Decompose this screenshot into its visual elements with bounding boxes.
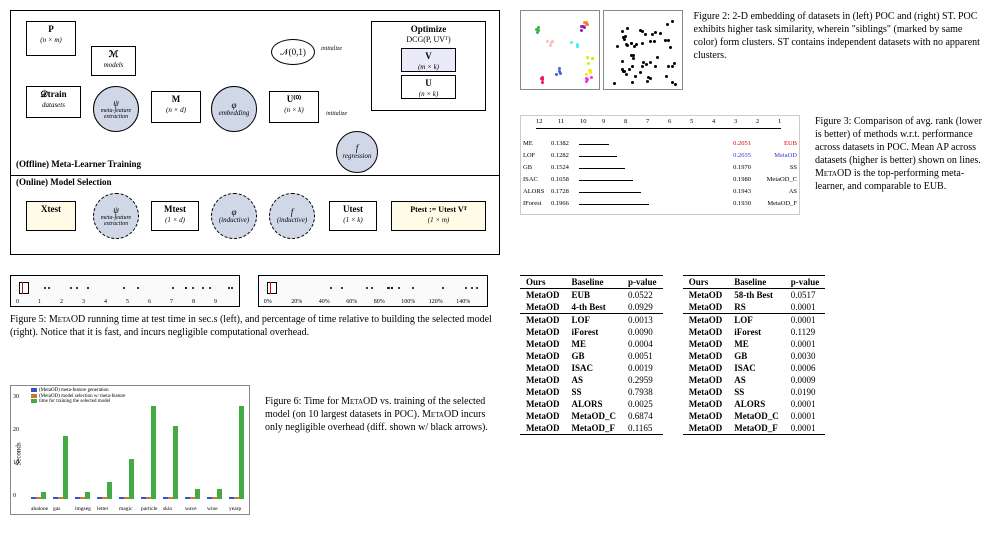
box-Xtest: Xtest	[26, 201, 76, 231]
box-Mtest: Mtest(1 × d)	[151, 201, 199, 231]
circle-f2: f(inductive)	[269, 193, 315, 239]
table-right: OursBaselinep-valueMetaOD58-th Best0.051…	[683, 275, 826, 435]
box-P: P(n × m)	[26, 21, 76, 56]
box-M: M(n × d)	[151, 91, 201, 123]
circle-phi: φembedding	[211, 86, 257, 132]
circle-N01: 𝒩(0,1)	[271, 39, 315, 65]
divider-line	[11, 175, 499, 176]
label-initialize: initialize	[321, 46, 342, 52]
embedding-poc	[520, 10, 600, 90]
circle-psi: ψmeta-feature extraction	[93, 86, 139, 132]
figure-2-caption: Figure 2: 2-D embedding of datasets in (…	[694, 10, 984, 62]
chart-legend: (MetaOD) meta-feature generation (MetaOD…	[31, 388, 125, 405]
box-U0: U⁽⁰⁾(n × k)	[269, 91, 319, 123]
circle-psi2: ψmeta-feature extraction	[93, 193, 139, 239]
box-V: V(m × k)	[401, 48, 456, 72]
figure-1-diagram: (Offline) Meta-Learner Training (Online)…	[10, 10, 500, 255]
figure-5-caption: Figure 5: MetaOD running time at test ti…	[10, 313, 500, 339]
boxplot-seconds: 0123456789	[10, 275, 240, 307]
box-M-models: ℳmodels	[91, 46, 136, 76]
figure-3-caption: Figure 3: Comparison of avg. rank (lower…	[815, 115, 990, 193]
embedding-st	[603, 10, 683, 90]
figure-3: 121110987654321ME0.1382LOF0.1282GB0.1524…	[520, 115, 990, 230]
bar-chart: (MetaOD) meta-feature generation (MetaOD…	[10, 385, 250, 515]
circle-phi2: φ(inductive)	[211, 193, 257, 239]
pvalue-tables: OursBaselinep-valueMetaODEUB0.0522MetaOD…	[520, 275, 990, 435]
box-Utest: Utest(1 × k)	[329, 201, 377, 231]
table-left: OursBaselinep-valueMetaODEUB0.0522MetaOD…	[520, 275, 663, 435]
offline-label: (Offline) Meta-Learner Training	[16, 159, 141, 169]
figure-6: (MetaOD) meta-feature generation (MetaOD…	[10, 385, 500, 530]
circle-f: fregression	[336, 131, 378, 173]
figure-6-caption: Figure 6: Time for MetaOD vs. training o…	[265, 395, 490, 434]
box-Ptest: Ptest := Utest Vᵀ(1 × m)	[391, 201, 486, 231]
box-U: U(n × k)	[401, 75, 456, 99]
rank-plot: 121110987654321ME0.1382LOF0.1282GB0.1524…	[520, 115, 800, 215]
figure-5: 0123456789 0%20%40%60%80%100%120%140% Fi…	[10, 275, 500, 340]
online-label: (Online) Model Selection	[16, 177, 112, 187]
figure-2: Figure 2: 2-D embedding of datasets in (…	[520, 10, 990, 100]
box-Dtrain: 𝒟traindatasets	[26, 86, 81, 118]
box-optimize: OptimizeDCG(P, UVᵀ) V(m × k) U(n × k)	[371, 21, 486, 111]
boxplot-percent: 0%20%40%60%80%100%120%140%	[258, 275, 488, 307]
label-initialize2: initialize	[326, 111, 347, 117]
